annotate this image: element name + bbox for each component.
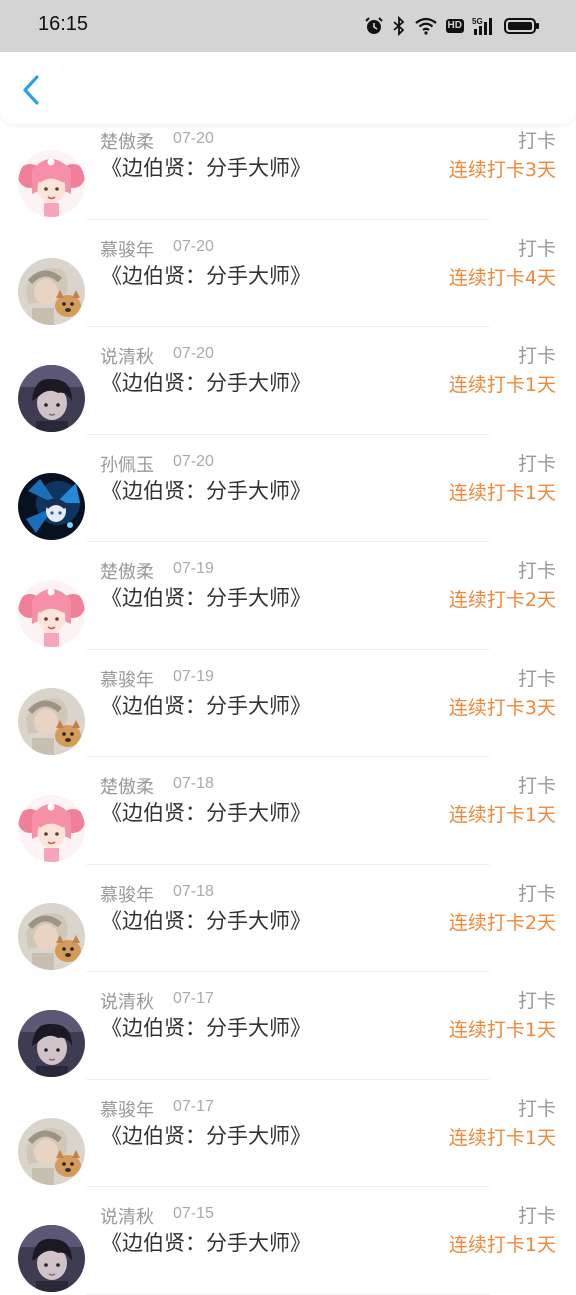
checkin-date: 07-18	[173, 775, 214, 792]
checkin-action-label: 打卡	[517, 882, 556, 905]
checkin-date: 07-20	[173, 452, 214, 470]
user-name[interactable]: 楚傲柔	[100, 558, 154, 584]
user-name[interactable]: 孙佩玉	[100, 451, 154, 477]
checkin-row[interactable]: 孙佩玉 07-20 《边伯贤：分手大师》 打卡连续打卡1天	[0, 435, 576, 543]
user-name[interactable]: 慕骏年	[100, 881, 154, 907]
checkin-date: 07-19	[173, 560, 214, 577]
checkin-action-label: 打卡	[517, 1205, 556, 1227]
checkin-row[interactable]: 慕骏年 07-19 《边伯贤：分手大师》 打卡连续打卡3天	[0, 650, 576, 758]
user-name[interactable]: 说清秋	[100, 343, 154, 369]
hd-badge: HD	[445, 19, 464, 33]
top-nav-bar	[0, 52, 576, 124]
streak-label: 连续打卡3天	[448, 696, 556, 719]
avatar[interactable]	[18, 257, 85, 325]
checkin-action-label: 打卡	[517, 452, 556, 475]
checkin-date: 07-19	[173, 667, 214, 685]
book-title[interactable]: 《边伯贤：分手大师》	[101, 1227, 311, 1257]
book-title[interactable]: 《边伯贤：分手大师》	[101, 475, 311, 505]
svg-text:5G: 5G	[472, 17, 483, 26]
chevron-left-icon	[23, 75, 39, 105]
checkin-action-label: 打卡	[517, 990, 556, 1012]
bluetooth-icon	[392, 16, 406, 36]
checkin-row[interactable]: 说清秋 07-15 《边伯贤：分手大师》 打卡连续打卡1天	[0, 1187, 576, 1295]
checkin-row[interactable]: 慕骏年 07-20 《边伯贤：分手大师》 打卡连续打卡4天	[0, 220, 576, 328]
avatar[interactable]	[18, 1117, 85, 1185]
avatar[interactable]	[18, 472, 85, 540]
avatar[interactable]	[18, 687, 85, 755]
avatar[interactable]	[18, 795, 85, 862]
book-title[interactable]: 《边伯贤：分手大师》	[101, 152, 311, 182]
user-name[interactable]: 说清秋	[100, 1203, 154, 1229]
checkin-date: 07-17	[173, 990, 214, 1007]
user-name[interactable]: 慕骏年	[100, 666, 154, 692]
wifi-icon	[414, 16, 438, 36]
checkin-date: 07-15	[173, 1205, 214, 1222]
user-name[interactable]: 慕骏年	[100, 1096, 154, 1122]
checkin-action-label: 打卡	[517, 560, 556, 582]
avatar[interactable]	[18, 150, 85, 217]
streak-label: 连续打卡1天	[448, 1126, 556, 1149]
checkin-action-label: 打卡	[517, 667, 556, 690]
checkin-date: 07-20	[173, 130, 214, 147]
avatar[interactable]	[18, 902, 85, 970]
avatar[interactable]	[18, 365, 85, 432]
user-name[interactable]: 慕骏年	[100, 236, 154, 262]
checkin-row[interactable]: 说清秋 07-20 《边伯贤：分手大师》 打卡连续打卡1天	[0, 327, 576, 435]
avatar[interactable]	[18, 1010, 85, 1077]
battery-icon	[504, 16, 540, 36]
book-title[interactable]: 《边伯贤：分手大师》	[101, 1120, 311, 1150]
user-name[interactable]: 楚傲柔	[100, 773, 154, 799]
checkin-date: 07-20	[173, 345, 214, 362]
checkin-action-label: 打卡	[517, 775, 556, 797]
streak-label: 连续打卡4天	[448, 266, 556, 289]
book-title[interactable]: 《边伯贤：分手大师》	[101, 1012, 311, 1042]
streak-label: 连续打卡1天	[448, 374, 556, 396]
avatar[interactable]	[18, 1225, 85, 1292]
streak-label: 连续打卡2天	[448, 589, 556, 611]
5g-signal-icon: 5G	[472, 16, 496, 36]
checkin-date: 07-20	[173, 237, 214, 255]
checkin-date: 07-17	[173, 1097, 214, 1115]
checkin-row[interactable]: 说清秋 07-17 《边伯贤：分手大师》 打卡连续打卡1天	[0, 972, 576, 1080]
book-title[interactable]: 《边伯贤：分手大师》	[101, 797, 311, 827]
checkin-row[interactable]: 楚傲柔 07-20 《边伯贤：分手大师》 打卡连续打卡3天	[0, 112, 576, 220]
checkin-row[interactable]: 楚傲柔 07-18 《边伯贤：分手大师》 打卡连续打卡1天	[0, 757, 576, 865]
user-name[interactable]: 说清秋	[100, 988, 154, 1014]
book-title[interactable]: 《边伯贤：分手大师》	[101, 582, 311, 612]
checkin-action-label: 打卡	[517, 1097, 556, 1120]
streak-label: 连续打卡3天	[448, 159, 556, 181]
alarm-icon	[364, 16, 384, 36]
streak-label: 连续打卡2天	[448, 911, 556, 934]
avatar[interactable]	[18, 580, 85, 647]
book-title[interactable]: 《边伯贤：分手大师》	[101, 905, 311, 935]
status-icons: HD 5G	[364, 14, 540, 38]
back-button[interactable]	[14, 72, 50, 108]
book-title[interactable]: 《边伯贤：分手大师》	[101, 367, 311, 397]
checkin-action-label: 打卡	[517, 130, 556, 152]
streak-label: 连续打卡1天	[448, 1019, 556, 1041]
checkin-row[interactable]: 楚傲柔 07-19 《边伯贤：分手大师》 打卡连续打卡2天	[0, 542, 576, 650]
streak-label: 连续打卡1天	[448, 804, 556, 826]
checkin-row[interactable]: 慕骏年 07-18 《边伯贤：分手大师》 打卡连续打卡2天	[0, 865, 576, 973]
checkin-action-label: 打卡	[517, 345, 556, 367]
streak-label: 连续打卡1天	[448, 1234, 556, 1256]
status-time: 16:15	[38, 13, 89, 35]
checkin-date: 07-18	[173, 882, 214, 900]
book-title[interactable]: 《边伯贤：分手大师》	[101, 260, 311, 290]
status-bar: 16:15 HD 5G	[0, 0, 576, 52]
checkin-row[interactable]: 慕骏年 07-17 《边伯贤：分手大师》 打卡连续打卡1天	[0, 1080, 576, 1188]
streak-label: 连续打卡1天	[448, 481, 556, 504]
book-title[interactable]: 《边伯贤：分手大师》	[101, 690, 311, 720]
checkin-action-label: 打卡	[517, 237, 556, 260]
user-name[interactable]: 楚傲柔	[100, 128, 154, 154]
checkin-list: 楚傲柔 07-20 《边伯贤：分手大师》 打卡 连续打卡3天 慕骏年 07-20 《边伯贤：分…	[0, 112, 576, 1295]
